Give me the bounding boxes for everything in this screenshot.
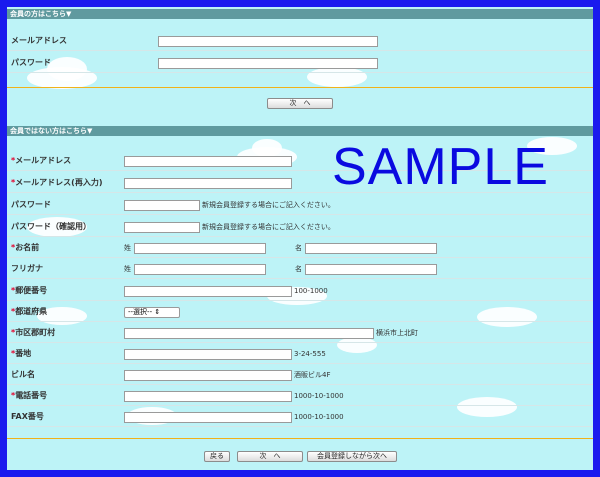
form-frame: 会員の方はこちら▼ メールアドレス パスワード 次 へ 会員ではない方はこちら▼… — [7, 7, 593, 470]
guest-email-label: *メールアドレス — [11, 156, 72, 165]
first-name-input[interactable] — [305, 243, 437, 254]
guest-kana-label: フリガナ — [11, 264, 43, 273]
kana-last-prefix: 姓 — [124, 265, 131, 273]
guest-phone-label: *電話番号 — [11, 391, 48, 400]
first-name-prefix: 名 — [295, 244, 302, 252]
member-password-row: パスワード — [7, 53, 593, 73]
guest-address-row: *番地 3-24-555 — [7, 344, 593, 364]
chevron-updown-icon: ⇕ — [154, 308, 161, 316]
kana-last-input[interactable] — [134, 264, 266, 275]
last-name-input[interactable] — [134, 243, 266, 254]
back-button[interactable]: 戻る — [204, 451, 230, 462]
guest-divider — [7, 438, 593, 439]
guest-password-confirm-input[interactable] — [124, 222, 200, 233]
fax-input[interactable] — [124, 412, 292, 423]
guest-email-confirm-input[interactable] — [124, 178, 292, 189]
member-password-label: パスワード — [11, 58, 51, 67]
fax-example: 1000-10-1000 — [294, 413, 344, 421]
guest-city-label: *市区郡町村 — [11, 328, 56, 337]
building-example: 酒販ビル4F — [294, 371, 331, 379]
building-input[interactable] — [124, 370, 292, 381]
guest-fax-row: FAX番号 1000-10-1000 — [7, 407, 593, 427]
member-next-button[interactable]: 次 へ — [267, 98, 333, 109]
sample-watermark: SAMPLE — [332, 138, 549, 196]
member-password-input[interactable] — [158, 58, 378, 69]
guest-next-button[interactable]: 次 へ — [237, 451, 303, 462]
city-example: 横浜市上北町 — [376, 329, 418, 337]
kana-first-prefix: 名 — [295, 265, 302, 273]
member-divider — [7, 87, 593, 88]
member-email-row: メールアドレス — [7, 31, 593, 51]
guest-postal-label: *郵便番号 — [11, 286, 48, 295]
guest-password-label: パスワード — [11, 200, 51, 209]
guest-password-row: パスワード 新規会員登録する場合にご記入ください。 — [7, 195, 593, 215]
guest-prefecture-label: *都道府県 — [11, 307, 48, 316]
guest-postal-row: *郵便番号 100-1000 — [7, 281, 593, 301]
address-example: 3-24-555 — [294, 350, 326, 358]
guest-phone-row: *電話番号 1000-10-1000 — [7, 386, 593, 406]
guest-password-note: 新規会員登録する場合にご記入ください。 — [202, 201, 335, 209]
member-section-header: 会員の方はこちら▼ — [7, 9, 593, 19]
guest-name-label: *お名前 — [11, 243, 40, 252]
guest-password-confirm-row: パスワード（確認用） 新規会員登録する場合にご記入ください。 — [7, 217, 593, 237]
address-input[interactable] — [124, 349, 292, 360]
guest-building-label: ビル名 — [11, 370, 35, 379]
guest-city-row: *市区郡町村 横浜市上北町 — [7, 323, 593, 343]
guest-email-input[interactable] — [124, 156, 292, 167]
guest-password-confirm-note: 新規会員登録する場合にご記入ください。 — [202, 223, 335, 231]
guest-email-confirm-label: *メールアドレス(再入力) — [11, 178, 103, 187]
guest-prefecture-row: *都道府県 --選択-- ⇕ — [7, 302, 593, 322]
member-email-label: メールアドレス — [11, 36, 67, 45]
guest-address-label: *番地 — [11, 349, 32, 358]
phone-example: 1000-10-1000 — [294, 392, 344, 400]
prefecture-select[interactable]: --選択-- ⇕ — [124, 307, 180, 318]
guest-password-confirm-label: パスワード（確認用） — [11, 222, 91, 231]
postal-input[interactable] — [124, 286, 292, 297]
member-email-input[interactable] — [158, 36, 378, 47]
register-and-next-button[interactable]: 会員登録しながら次へ — [307, 451, 397, 462]
last-name-prefix: 姓 — [124, 244, 131, 252]
guest-name-row: *お名前 姓 名 — [7, 238, 593, 258]
guest-password-input[interactable] — [124, 200, 200, 211]
guest-kana-row: フリガナ 姓 名 — [7, 259, 593, 279]
phone-input[interactable] — [124, 391, 292, 402]
guest-section-header: 会員ではない方はこちら▼ — [7, 126, 593, 136]
guest-fax-label: FAX番号 — [11, 412, 44, 421]
city-input[interactable] — [124, 328, 374, 339]
guest-building-row: ビル名 酒販ビル4F — [7, 365, 593, 385]
postal-example: 100-1000 — [294, 287, 328, 295]
kana-first-input[interactable] — [305, 264, 437, 275]
